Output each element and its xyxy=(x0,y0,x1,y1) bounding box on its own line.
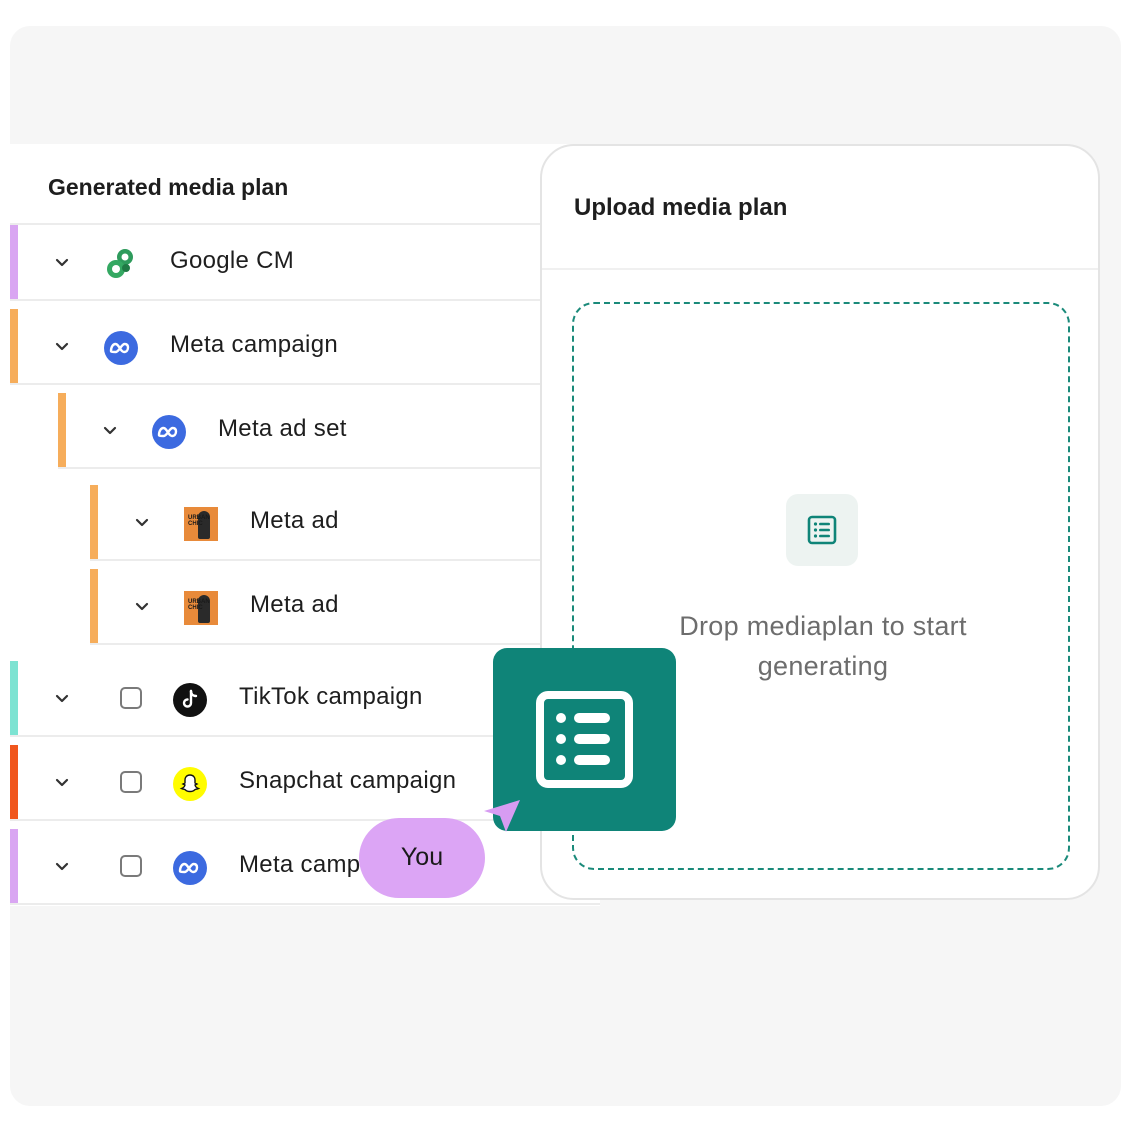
row-color-bar xyxy=(10,225,18,299)
row-label: Meta campaign xyxy=(170,331,338,358)
ad-thumbnail: URBAN CHIC xyxy=(184,591,218,625)
meta-icon xyxy=(152,415,186,449)
row-label: Snapchat campaign xyxy=(239,767,457,794)
row-color-bar xyxy=(10,745,18,819)
row-color-bar xyxy=(90,485,98,559)
row-checkbox[interactable] xyxy=(120,855,142,877)
snapchat-icon xyxy=(173,767,207,801)
row-label: Meta ad xyxy=(250,591,339,618)
tiktok-icon xyxy=(173,683,207,717)
row-checkbox[interactable] xyxy=(120,687,142,709)
chevron-down-icon[interactable] xyxy=(52,772,72,792)
cursor-label-bubble: You xyxy=(359,818,485,898)
row-label: Meta ad xyxy=(250,507,339,534)
chevron-down-icon[interactable] xyxy=(52,252,72,272)
spreadsheet-icon xyxy=(786,494,858,566)
plan-row-google-cm[interactable]: Google CM xyxy=(10,225,600,301)
plan-row-meta-campaign-2[interactable]: Meta campaign xyxy=(10,829,600,905)
chevron-down-icon[interactable] xyxy=(132,596,152,616)
ad-thumbnail-text: URBAN CHIC xyxy=(188,515,210,527)
row-label: Google CM xyxy=(170,247,295,274)
chevron-down-icon[interactable] xyxy=(132,512,152,532)
dropzone-text: Drop mediaplan to start generating xyxy=(679,611,967,681)
meta-icon xyxy=(173,851,207,885)
canvas-background: Generated media plan Google CM Meta camp… xyxy=(10,26,1121,1106)
row-checkbox[interactable] xyxy=(120,771,142,793)
meta-icon xyxy=(104,331,138,365)
divider xyxy=(542,268,1098,270)
row-color-bar xyxy=(90,569,98,643)
ad-thumbnail-text: URBAN CHIC xyxy=(188,599,210,611)
plan-row-meta-ad[interactable]: URBAN CHIC Meta ad xyxy=(90,485,600,561)
chevron-down-icon[interactable] xyxy=(100,420,120,440)
plan-title: Generated media plan xyxy=(48,174,289,200)
row-color-bar xyxy=(58,393,66,467)
google-cm-icon xyxy=(104,247,138,281)
cursor-pointer-icon xyxy=(484,800,520,832)
plan-row-meta-ad[interactable]: URBAN CHIC Meta ad xyxy=(90,569,600,645)
row-label: Meta ad set xyxy=(218,415,347,442)
row-color-bar xyxy=(10,661,18,735)
ad-thumbnail: URBAN CHIC xyxy=(184,507,218,541)
chevron-down-icon[interactable] xyxy=(52,856,72,876)
plan-row-meta-campaign[interactable]: Meta campaign xyxy=(10,309,600,385)
row-label: TikTok campaign xyxy=(239,683,423,710)
plan-row-meta-ad-set[interactable]: Meta ad set xyxy=(58,393,600,469)
row-color-bar xyxy=(10,829,18,903)
cursor-label: You xyxy=(400,843,444,871)
chevron-down-icon[interactable] xyxy=(52,336,72,356)
row-color-bar xyxy=(10,309,18,383)
upload-title: Upload media plan xyxy=(574,194,788,221)
chevron-down-icon[interactable] xyxy=(52,688,72,708)
